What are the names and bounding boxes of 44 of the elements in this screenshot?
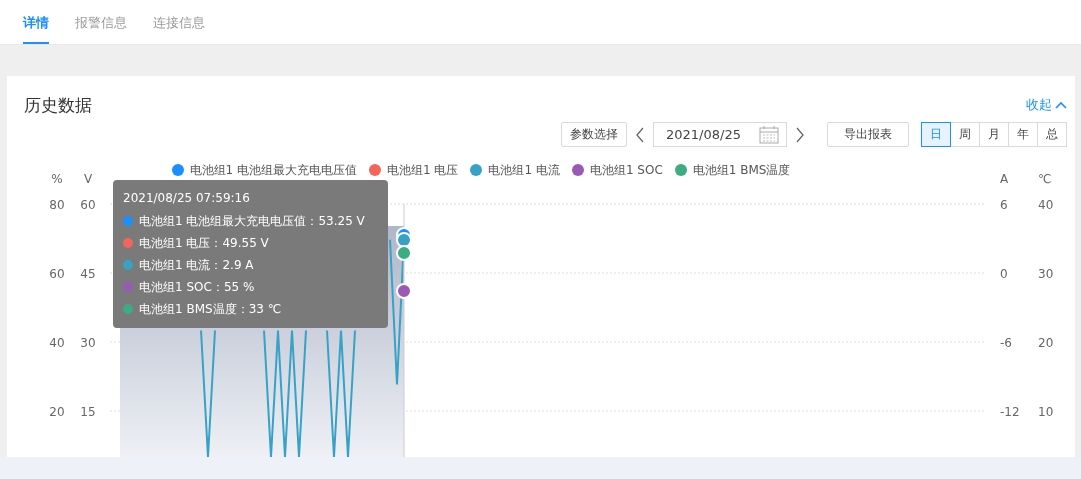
axis-tick-label: 45	[80, 267, 96, 281]
legend-label[interactable]: 电池组1 SOC	[589, 161, 663, 179]
axis-unit: V	[83, 172, 93, 186]
period-button[interactable]: 月	[979, 122, 1009, 147]
calendar-icon	[759, 125, 779, 144]
export-report-button[interactable]: 导出报表	[827, 122, 909, 147]
tooltip-value: 电池组1 BMS温度：33 ℃	[139, 301, 282, 318]
period-button[interactable]: 周	[950, 122, 980, 147]
axis-tick-label: 40	[1038, 198, 1054, 212]
period-button[interactable]: 年	[1008, 122, 1038, 147]
axis-tick-label: 80	[49, 198, 65, 212]
tooltip-value: 电池组1 电池组最大充电电压值：53.25 V	[139, 213, 365, 230]
param-select-button[interactable]: 参数选择	[561, 122, 627, 147]
axis-tick-label: 15	[80, 405, 96, 419]
chevron-up-icon	[1055, 101, 1067, 109]
legend-label[interactable]: 电池组1 电池组最大充电电压值	[189, 161, 357, 179]
axis-tick-label: 20	[49, 405, 65, 419]
chevron-left-icon[interactable]	[635, 126, 645, 143]
date-field[interactable]: 2021/08/25	[653, 122, 787, 147]
axis-tick-label: 20	[1038, 336, 1054, 350]
axis-tick-label: -6	[1000, 336, 1012, 350]
hover-markers-drawing	[396, 227, 412, 299]
tooltip-value: 电池组1 电压：49.55 V	[139, 235, 269, 252]
axis-tick-label: 30	[80, 336, 96, 350]
axis-tick-label: 10	[1038, 405, 1054, 419]
tooltip-time: 2021/08/25 07:59:16	[123, 190, 251, 207]
axis-tick-label: 0	[1000, 267, 1008, 281]
legend-label[interactable]: 电池组1 BMS温度	[692, 161, 791, 179]
axis-unit: ℃	[1038, 172, 1052, 186]
axis-tick-label: 60	[49, 267, 65, 281]
panel-title: 历史数据	[24, 93, 92, 117]
legend-label[interactable]: 电池组1 电流	[488, 161, 560, 179]
tooltip-value: 电池组1 SOC：55 %	[139, 279, 255, 296]
legend-label[interactable]: 电池组1 电压	[387, 161, 459, 179]
chevron-right-icon[interactable]	[795, 126, 805, 143]
axis-tick-label: 40	[49, 336, 65, 350]
period-button[interactable]: 总	[1037, 122, 1067, 147]
axis-tick-label: 60	[80, 198, 96, 212]
axis-unit: A	[1000, 172, 1009, 186]
axis-tick-label: 6	[1000, 198, 1008, 212]
axis-unit: %	[51, 172, 63, 186]
axis-tick-label: 30	[1038, 267, 1054, 281]
tooltip-value: 电池组1 电流：2.9 A	[139, 257, 254, 274]
axis-tick-label: -12	[1000, 405, 1020, 419]
